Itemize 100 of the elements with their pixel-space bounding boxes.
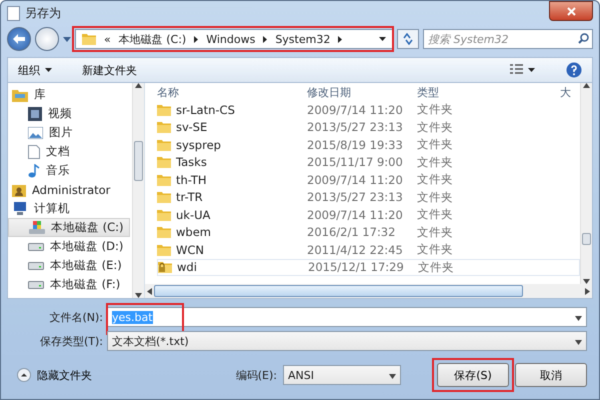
file-row[interactable]: tr-TR 2013/5/27 23:13 文件夹 [157,188,580,206]
sidebar-item[interactable]: 图片 [8,123,130,142]
filename-label: 文件名(N): [48,310,104,324]
drive-icon [28,262,44,270]
refresh-icon [402,33,414,45]
file-name: sv-SE [176,120,208,134]
date-cell-text: 2013/5/27 23:13 [307,190,404,204]
film-icon [28,106,42,120]
file-name: uk-UA [176,208,210,222]
date-cell-text: 2009/7/14 11:20 [307,102,404,117]
type-cell-text: 文件夹 [417,224,454,240]
vertical-scrollbar[interactable] [132,83,144,298]
caret-icon[interactable] [379,37,386,41]
system-drive-icon [29,220,45,234]
view-options-icon[interactable] [510,64,536,76]
folder-icon [157,104,171,116]
vertical-scrollbar[interactable] [580,83,592,284]
column-header[interactable]: 类型 [417,84,560,100]
back-button[interactable] [7,27,31,51]
file-name: WCN [176,242,204,257]
file-row[interactable]: uk-UA 2009/7/14 11:20 文件夹 [157,206,580,224]
chevron-icon[interactable] [263,36,268,42]
folder-icon [157,191,171,204]
overflow-chevron[interactable]: « [104,32,111,46]
sidebar-item[interactable]: 视频 [8,104,130,123]
close-button[interactable] [549,1,593,21]
horizontal-scrollbar[interactable] [145,284,592,298]
date-cell-text: 2009/7/14 11:20 [307,172,404,187]
date-cell-text: 2015/11/17 9:00 [307,155,404,170]
breadcrumb[interactable]: System32 [275,32,330,46]
folder-icon [157,156,171,168]
new-folder-button[interactable]: 新建文件夹 [82,62,137,78]
folder-icon [157,244,171,256]
address-bar[interactable]: « 本地磁盘 (C:) Windows System32 [75,29,393,49]
type-cell-text: 文件夹 [417,120,454,135]
breadcrumb[interactable]: Windows [206,32,256,46]
filetype-dropdown[interactable]: 文本文档(*.txt) [107,331,587,351]
file-name: sr-Latn-CS [176,102,235,117]
file-name: wdi [177,260,197,274]
search-field[interactable]: 搜索 System32 [423,29,593,49]
sidebar-item[interactable]: 本地磁盘 (C:) [8,218,130,237]
refresh-button[interactable] [397,29,419,49]
caret-icon[interactable] [389,374,396,378]
scroll-left-icon[interactable] [147,288,152,294]
sidebar-item[interactable]: 本地磁盘 (F:) [8,275,130,294]
date-cell-text: 2016/2/1 17:32 [307,225,396,240]
file-row[interactable]: sysprep 2015/8/19 19:33 文件夹 [157,136,580,154]
file-row[interactable]: wdi 2015/12/1 17:29 文件夹 [157,258,580,276]
folder-icon [157,208,171,221]
forward-button[interactable] [35,27,59,51]
type-cell-text: 文件夹 [417,242,454,258]
sidebar-item[interactable]: 库 [8,85,130,104]
chevron-icon[interactable] [338,36,342,42]
file-row[interactable]: WCN 2011/4/12 22:45 文件夹 [157,241,580,258]
collapse-icon [17,368,31,382]
sidebar-item[interactable]: 本地磁盘 (D:) [8,237,130,256]
file-row[interactable]: sr-Latn-CS 2009/7/14 11:20 文件夹 [157,101,580,118]
drive-icon [28,280,44,288]
scroll-down-icon[interactable] [135,293,142,298]
user-folder-icon [12,182,26,196]
scroll-thumb[interactable] [582,232,591,244]
column-header[interactable]: 修改日期 [307,84,417,100]
file-row[interactable]: sv-SE 2013/5/27 23:13 文件夹 [157,118,580,136]
file-name: sysprep [176,138,221,152]
library-icon [12,88,28,102]
caret-icon [45,68,52,72]
left-arrow-icon [13,34,25,44]
save-button[interactable]: 保存(S) [437,363,509,387]
folder-icon [157,138,171,151]
scroll-right-icon[interactable] [585,288,590,294]
caret-icon[interactable] [575,316,582,320]
help-icon[interactable] [566,62,582,78]
cancel-button[interactable]: 取消 [515,363,587,387]
computer-icon [12,202,28,216]
file-row[interactable]: wbem 2016/2/1 17:32 文件夹 [157,224,580,241]
sidebar-item[interactable]: 音乐 [8,161,130,180]
date-cell-text: 2015/8/19 19:33 [307,138,404,152]
caret-icon[interactable] [575,340,582,344]
breadcrumb[interactable]: 本地磁盘 (C:) [118,32,186,46]
column-header[interactable]: 名称 [157,84,307,100]
sidebar-item[interactable]: Administrator [8,180,130,199]
column-header[interactable]: 大 [560,84,580,100]
folder-icon [157,174,171,186]
sidebar-item[interactable]: 计算机 [8,199,130,218]
type-cell-text: 文件夹 [417,137,454,152]
date-cell-text: 2013/5/27 23:13 [307,120,404,134]
organize-menu[interactable]: 组织 [18,62,52,78]
search-icon [578,33,589,44]
hide-folders-button[interactable]: 隐藏文件夹 [17,368,92,382]
sidebar-item[interactable]: 本地磁盘 (E:) [8,256,130,275]
scroll-thumb[interactable] [154,285,523,297]
sidebar-item[interactable]: 文档 [8,142,130,161]
folder-icon [157,226,171,238]
file-row[interactable]: th-TH 2009/7/14 11:20 文件夹 [157,171,580,188]
file-row[interactable]: Tasks 2015/11/17 9:00 文件夹 [157,154,580,171]
date-cell-text: 2015/12/1 17:29 [308,260,405,274]
scroll-thumb[interactable] [134,140,143,180]
file-name: Tasks [176,155,207,170]
chevron-icon[interactable] [194,36,198,42]
encoding-dropdown[interactable]: ANSI [283,365,401,385]
